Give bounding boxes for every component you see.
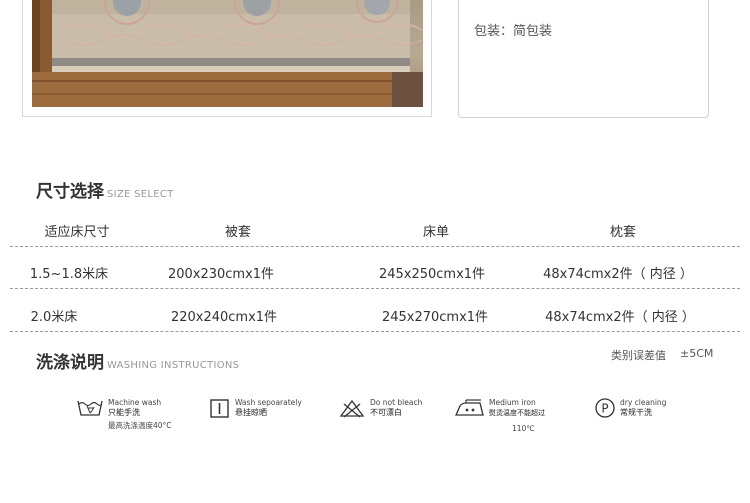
table-row: 2.0米床 220x240cmx1件 245x270cmx1件 48x74cmx… xyxy=(10,300,740,330)
tolerance-value: ±5CM xyxy=(680,347,714,360)
size-section-title-en: SIZE SELECT xyxy=(107,189,174,200)
row2-bed-size: 2.0米床 xyxy=(30,310,78,325)
dry-cleaning-icon: P xyxy=(595,398,615,418)
table-divider xyxy=(10,288,740,289)
svg-text:P: P xyxy=(601,402,608,416)
wash-en-label: Do not bleach xyxy=(370,398,423,407)
wash-extra-label: 110℃ xyxy=(512,424,535,433)
table-row: 1.5~1.8米床 200x230cmx1件 245x250cmx1件 48x7… xyxy=(10,257,740,287)
wash-en-label: Wash sepoarately xyxy=(235,398,302,407)
wash-zh-label: 悬挂晾晒 xyxy=(235,408,267,417)
wash-en-label: Machine wash xyxy=(108,398,162,407)
row2-duvet-cover: 220x240cmx1件 xyxy=(170,310,278,325)
row1-pillowcase: 48x74cmx2件（ 内径 ） xyxy=(543,267,693,282)
table-divider xyxy=(10,331,740,332)
bedding-illustration xyxy=(32,0,423,107)
wash-zh-label: 不可漂白 xyxy=(370,408,402,417)
wash-zh-label: 熨烫温度不能超过 xyxy=(489,409,545,417)
row1-duvet-cover: 200x230cmx1件 xyxy=(167,267,275,282)
header-pillowcase: 枕套 xyxy=(609,225,637,240)
packaging-info-box: 包装：简包装 xyxy=(458,0,709,118)
wash-section-title-en: WASHING INSTRUCTIONS xyxy=(107,360,240,371)
row1-bed-size: 1.5~1.8米床 xyxy=(29,267,109,282)
header-bed-size: 适应床尺寸 xyxy=(44,225,110,240)
header-bed-sheet: 床单 xyxy=(422,225,450,240)
size-table-header: 适应床尺寸 被套 床单 枕套 xyxy=(10,215,740,245)
size-section-title: 尺寸选择 SIZE SELECT xyxy=(36,177,174,202)
header-duvet-cover: 被套 xyxy=(224,225,252,240)
row2-pillowcase: 48x74cmx2件（ 内径 ） xyxy=(545,310,695,325)
machine-wash-icon xyxy=(77,400,103,416)
packaging-text: 包装：简包装 xyxy=(474,24,553,39)
wash-extra-label: 最高洗涤温度40°C xyxy=(108,421,172,430)
table-divider xyxy=(10,246,740,247)
wash-zh-label: 常规干洗 xyxy=(620,408,652,417)
wash-en-label: Medium iron xyxy=(489,398,536,407)
wash-en-label: dry cleaning xyxy=(620,398,667,407)
wash-section-title-zh: 洗涤说明 xyxy=(36,353,104,373)
product-photo xyxy=(32,0,423,107)
wash-zh-label: 只能手洗 xyxy=(108,408,140,417)
wash-separately-icon xyxy=(210,399,229,418)
row2-bed-sheet: 245x270cmx1件 xyxy=(381,310,489,325)
row1-bed-sheet: 245x250cmx1件 xyxy=(378,267,486,282)
medium-iron-icon xyxy=(454,399,484,416)
wash-section-title: 洗涤说明 WASHING INSTRUCTIONS xyxy=(36,348,239,373)
size-section-title-zh: 尺寸选择 xyxy=(36,182,104,202)
no-bleach-icon xyxy=(339,399,365,418)
tolerance-label: 类别误差值 xyxy=(611,349,666,362)
product-photo-frame xyxy=(22,0,432,117)
